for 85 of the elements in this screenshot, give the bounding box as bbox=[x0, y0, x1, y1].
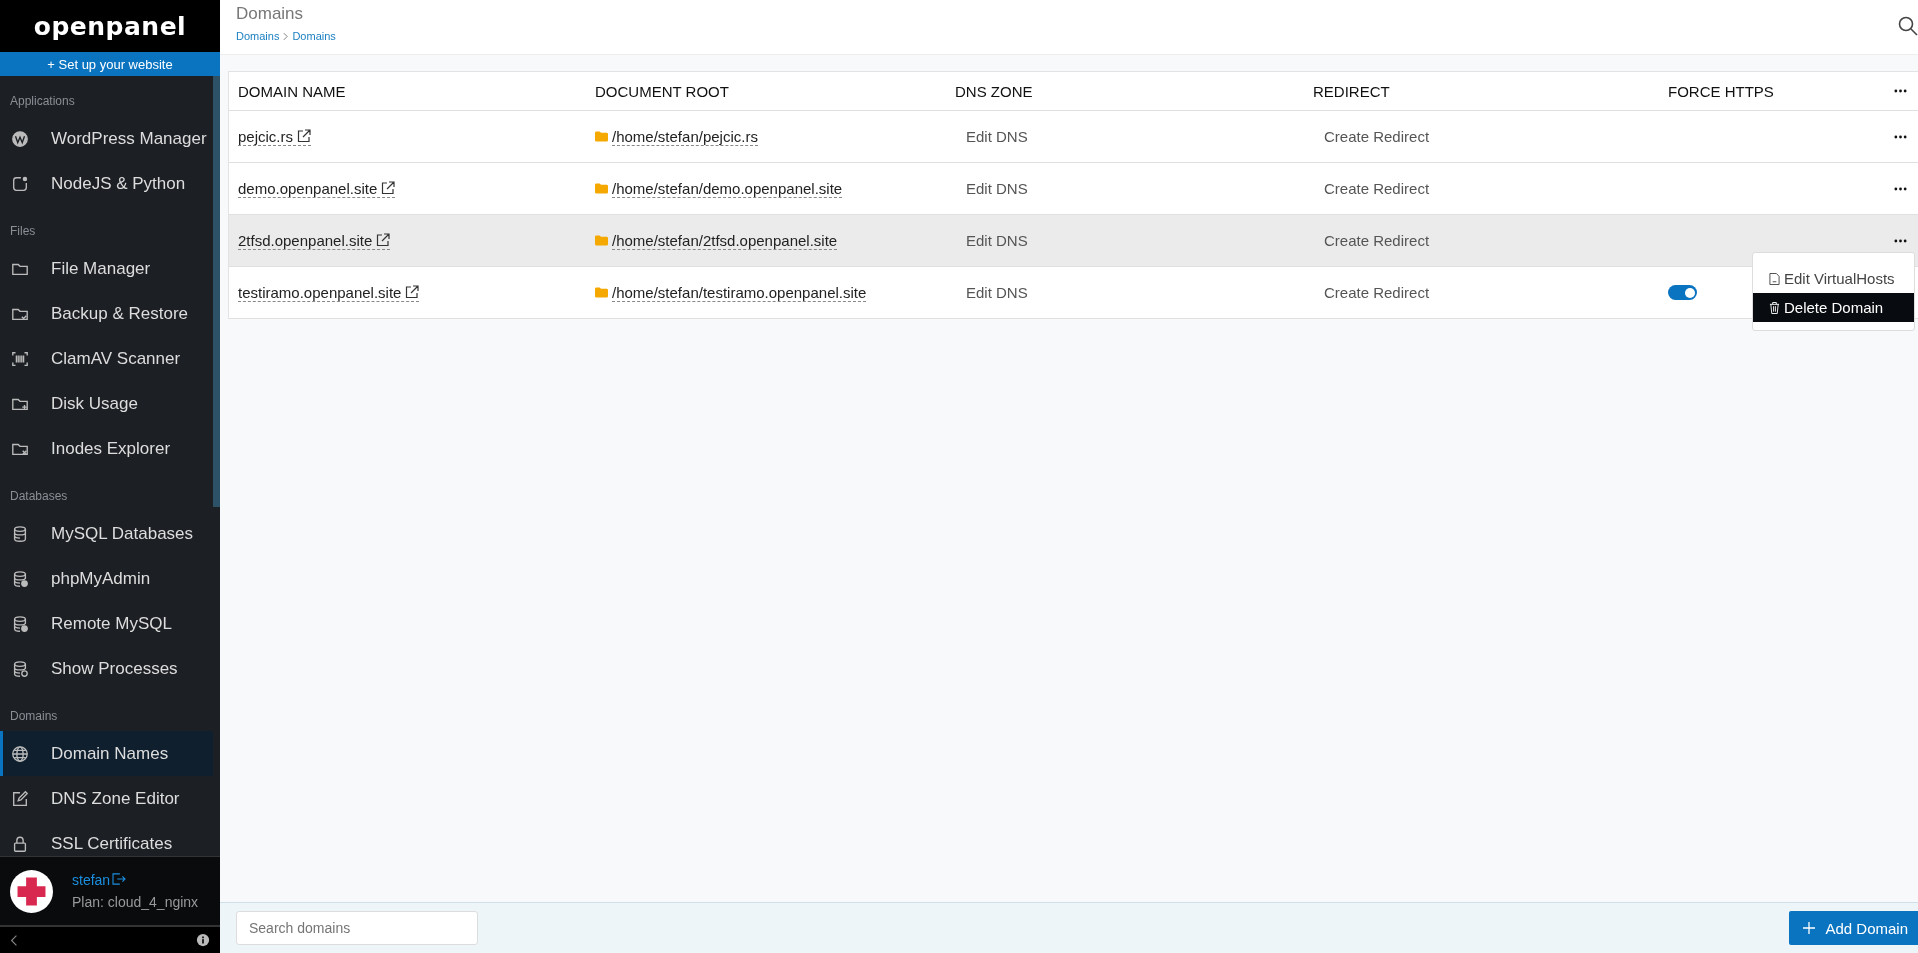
more-icon[interactable] bbox=[1894, 89, 1907, 93]
external-link-icon bbox=[381, 181, 396, 195]
column-header: FORCE HTTPS bbox=[1667, 82, 1775, 100]
more-icon[interactable] bbox=[1894, 186, 1907, 191]
domain-link[interactable]: pejcic.rs bbox=[238, 127, 311, 146]
create-redirect-link[interactable]: Create Redirect bbox=[1324, 128, 1430, 145]
sidebar-item[interactable]: WordPress Manager bbox=[0, 116, 213, 161]
search-field[interactable]: Search domains bbox=[236, 911, 478, 945]
barcode-icon bbox=[11, 349, 29, 368]
column-header: DNS ZONE bbox=[954, 82, 1034, 100]
logout-icon[interactable] bbox=[112, 873, 127, 885]
info-icon[interactable] bbox=[196, 933, 210, 947]
sidebar-item[interactable]: phpMyAdmin bbox=[0, 556, 213, 601]
sidebar-item[interactable]: SSL Certificates bbox=[0, 821, 213, 856]
folder-icon bbox=[595, 183, 608, 194]
edit-icon bbox=[11, 789, 29, 808]
database-gear-icon bbox=[11, 569, 29, 588]
section-label: Applications bbox=[9, 93, 76, 110]
wordpress-icon bbox=[11, 129, 29, 148]
database-alert-icon bbox=[11, 614, 29, 633]
domain-link[interactable]: testiramo.openpanel.site bbox=[238, 283, 420, 302]
external-link-icon bbox=[405, 285, 420, 299]
sidebar-item[interactable]: Disk Usage bbox=[0, 381, 213, 426]
edit-dns-link[interactable]: Edit DNS bbox=[966, 284, 1028, 301]
scrollbar[interactable] bbox=[213, 76, 220, 507]
logo: openpanel bbox=[0, 0, 220, 52]
folder-icon bbox=[595, 235, 608, 246]
column-header: DOMAIN NAME bbox=[237, 82, 347, 100]
breadcrumb-link[interactable]: Domains bbox=[292, 30, 336, 42]
username-link[interactable]: stefan bbox=[72, 872, 111, 888]
sidebar-item[interactable]: Domain Names bbox=[0, 731, 213, 776]
file-icon bbox=[1769, 271, 1780, 286]
lock-icon bbox=[11, 834, 29, 853]
sidebar-item[interactable]: Backup & Restore bbox=[0, 291, 213, 336]
sidebar-item[interactable]: DNS Zone Editor bbox=[0, 776, 213, 821]
domain-link[interactable]: demo.openpanel.site bbox=[238, 179, 396, 198]
column-header: REDIRECT bbox=[1312, 82, 1391, 100]
domain-link[interactable]: 2tfsd.openpanel.site bbox=[238, 231, 391, 250]
setup-website-button[interactable]: + Set up your website bbox=[0, 52, 220, 76]
create-redirect-link[interactable]: Create Redirect bbox=[1324, 284, 1430, 301]
sidebar-item[interactable]: ClamAV Scanner bbox=[0, 336, 213, 381]
folder-icon bbox=[595, 131, 608, 142]
trash-icon bbox=[1769, 300, 1780, 315]
sidebar-item[interactable]: MySQL Databases bbox=[0, 511, 213, 556]
chevron-left-icon[interactable] bbox=[10, 933, 18, 947]
more-icon[interactable] bbox=[1894, 134, 1907, 139]
more-icon[interactable] bbox=[1894, 238, 1907, 243]
node-icon bbox=[11, 174, 29, 193]
sidebar-item[interactable]: Remote MySQL bbox=[0, 601, 213, 646]
database-icon bbox=[11, 524, 29, 543]
avatar-icon bbox=[10, 869, 53, 913]
menu-item[interactable]: Edit VirtualHosts bbox=[1753, 264, 1914, 293]
force-https-toggle[interactable] bbox=[1668, 285, 1697, 300]
plan-text: Plan: cloud_4_nginx bbox=[72, 894, 199, 910]
folder-icon bbox=[595, 287, 608, 298]
document-root-link[interactable]: /home/stefan/2tfsd.openpanel.site bbox=[612, 231, 838, 250]
menu-item[interactable]: Delete Domain bbox=[1753, 293, 1914, 322]
create-redirect-link[interactable]: Create Redirect bbox=[1324, 180, 1430, 197]
page-title: Domains bbox=[236, 4, 305, 24]
breadcrumb-link[interactable]: Domains bbox=[236, 30, 280, 42]
section-label: Files bbox=[9, 223, 37, 240]
database-block-icon bbox=[11, 659, 29, 678]
edit-dns-link[interactable]: Edit DNS bbox=[966, 180, 1028, 197]
add-domain-button[interactable]: Add Domain bbox=[1789, 911, 1918, 945]
sidebar-item[interactable]: Show Processes bbox=[0, 646, 213, 691]
external-link-icon bbox=[376, 233, 391, 247]
globe-icon bbox=[11, 744, 29, 763]
document-root-link[interactable]: /home/stefan/demo.openpanel.site bbox=[612, 179, 843, 198]
chevron-right-icon bbox=[283, 31, 289, 41]
plus-icon bbox=[1803, 922, 1816, 934]
section-label: Databases bbox=[9, 488, 69, 505]
sidebar-item[interactable]: Inodes Explorer bbox=[0, 426, 213, 471]
external-link-icon bbox=[297, 129, 311, 143]
search-icon[interactable] bbox=[1898, 16, 1918, 36]
document-root-link[interactable]: /home/stefan/pejcic.rs bbox=[612, 127, 758, 146]
table-row[interactable]: pejcic.rs /home/stefan/pejcic.rs Edit DNS Create Redirect bbox=[229, 111, 1918, 163]
create-redirect-link[interactable]: Create Redirect bbox=[1324, 232, 1430, 249]
document-root-link[interactable]: /home/stefan/testiramo.openpanel.site bbox=[612, 283, 867, 302]
column-header: DOCUMENT ROOT bbox=[594, 82, 730, 100]
edit-dns-link[interactable]: Edit DNS bbox=[966, 232, 1028, 249]
sidebar-item[interactable]: File Manager bbox=[0, 246, 213, 291]
section-label: Domains bbox=[9, 708, 59, 725]
sidebar-item[interactable]: NodeJS & Python bbox=[0, 161, 213, 206]
table-row[interactable]: 2tfsd.openpanel.site /home/stefan/2tfsd.openpanel.site Edit DNS Create Redirect bbox=[229, 215, 1918, 267]
edit-dns-link[interactable]: Edit DNS bbox=[966, 128, 1028, 145]
